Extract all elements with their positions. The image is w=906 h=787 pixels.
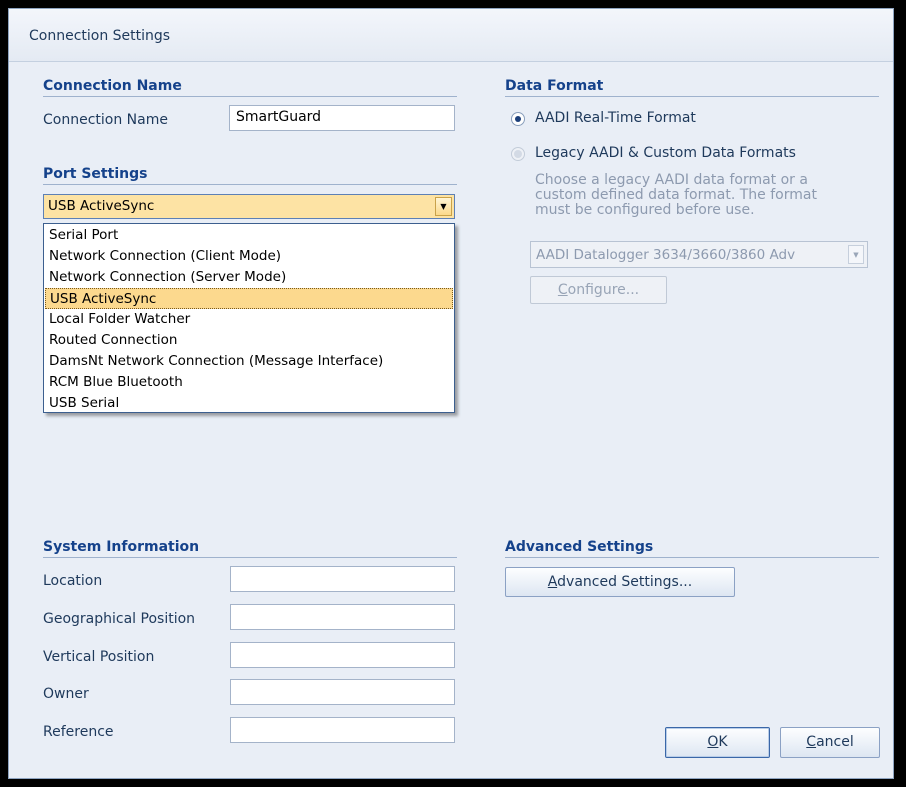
port-option-rcm-blue-bluetooth[interactable]: RCM Blue Bluetooth bbox=[45, 372, 453, 393]
port-option-serial-port[interactable]: Serial Port bbox=[45, 225, 453, 246]
vertical-position-label: Vertical Position bbox=[43, 649, 155, 665]
radio-selected-dot-icon bbox=[515, 116, 521, 122]
port-option-damsnt-network[interactable]: DamsNt Network Connection (Message Inter… bbox=[45, 351, 453, 372]
location-label: Location bbox=[43, 573, 103, 589]
connection-name-label: Connection Name bbox=[43, 112, 168, 128]
legacy-format-help-text: Choose a legacy AADI data format or a cu… bbox=[535, 172, 817, 218]
radio-disabled-icon bbox=[514, 150, 522, 158]
chevron-down-icon[interactable]: ▼ bbox=[435, 197, 452, 216]
advanced-settings-button[interactable]: Advanced Settings... bbox=[505, 567, 735, 597]
configure-button[interactable]: Configure... bbox=[530, 276, 667, 304]
connection-name-input[interactable]: SmartGuard bbox=[229, 105, 455, 131]
advanced-settings-header: Advanced Settings bbox=[505, 539, 654, 555]
system-information-divider bbox=[43, 557, 457, 558]
vertical-position-input[interactable] bbox=[230, 642, 455, 668]
connection-name-divider bbox=[43, 96, 457, 97]
port-option-network-client[interactable]: Network Connection (Client Mode) bbox=[45, 246, 453, 267]
legacy-format-label[interactable]: Legacy AADI & Custom Data Formats bbox=[535, 145, 796, 161]
data-format-header: Data Format bbox=[505, 78, 604, 94]
legacy-format-radio[interactable] bbox=[511, 147, 525, 161]
legacy-format-combobox[interactable]: AADI Datalogger 3634/3660/3860 Adv ▼ bbox=[530, 241, 868, 268]
reference-label: Reference bbox=[43, 724, 114, 740]
advanced-settings-divider bbox=[505, 557, 879, 558]
port-type-combobox[interactable]: USB ActiveSync ▼ bbox=[43, 194, 455, 219]
connection-settings-dialog: Connection Settings Connection Name Conn… bbox=[8, 8, 894, 779]
legacy-format-value: AADI Datalogger 3634/3660/3860 Adv bbox=[536, 247, 796, 263]
port-option-usb-serial[interactable]: USB Serial bbox=[45, 393, 453, 414]
geographical-position-input[interactable] bbox=[230, 604, 455, 630]
chevron-down-icon[interactable]: ▼ bbox=[848, 245, 864, 264]
owner-input[interactable] bbox=[230, 679, 455, 705]
system-information-header: System Information bbox=[43, 539, 200, 555]
port-type-selected: USB ActiveSync bbox=[48, 198, 155, 214]
data-format-divider bbox=[505, 96, 879, 97]
location-input[interactable] bbox=[230, 566, 455, 592]
port-type-dropdown-list: Serial Port Network Connection (Client M… bbox=[43, 223, 455, 413]
port-option-network-server[interactable]: Network Connection (Server Mode) bbox=[45, 267, 453, 288]
geographical-position-label: Geographical Position bbox=[43, 611, 196, 627]
realtime-format-radio[interactable] bbox=[511, 112, 525, 126]
realtime-format-label[interactable]: AADI Real-Time Format bbox=[535, 110, 696, 126]
port-settings-header: Port Settings bbox=[43, 166, 148, 182]
connection-name-header: Connection Name bbox=[43, 78, 182, 94]
title-bar: Connection Settings bbox=[9, 9, 893, 62]
ok-button[interactable]: OK bbox=[665, 727, 770, 758]
port-option-usb-activesync[interactable]: USB ActiveSync bbox=[45, 288, 453, 309]
port-option-local-folder-watcher[interactable]: Local Folder Watcher bbox=[45, 309, 453, 330]
dialog-title: Connection Settings bbox=[29, 28, 171, 44]
port-option-routed-connection[interactable]: Routed Connection bbox=[45, 330, 453, 351]
cancel-button[interactable]: Cancel bbox=[780, 727, 880, 758]
port-settings-divider bbox=[43, 184, 457, 185]
owner-label: Owner bbox=[43, 686, 89, 702]
reference-input[interactable] bbox=[230, 717, 455, 743]
